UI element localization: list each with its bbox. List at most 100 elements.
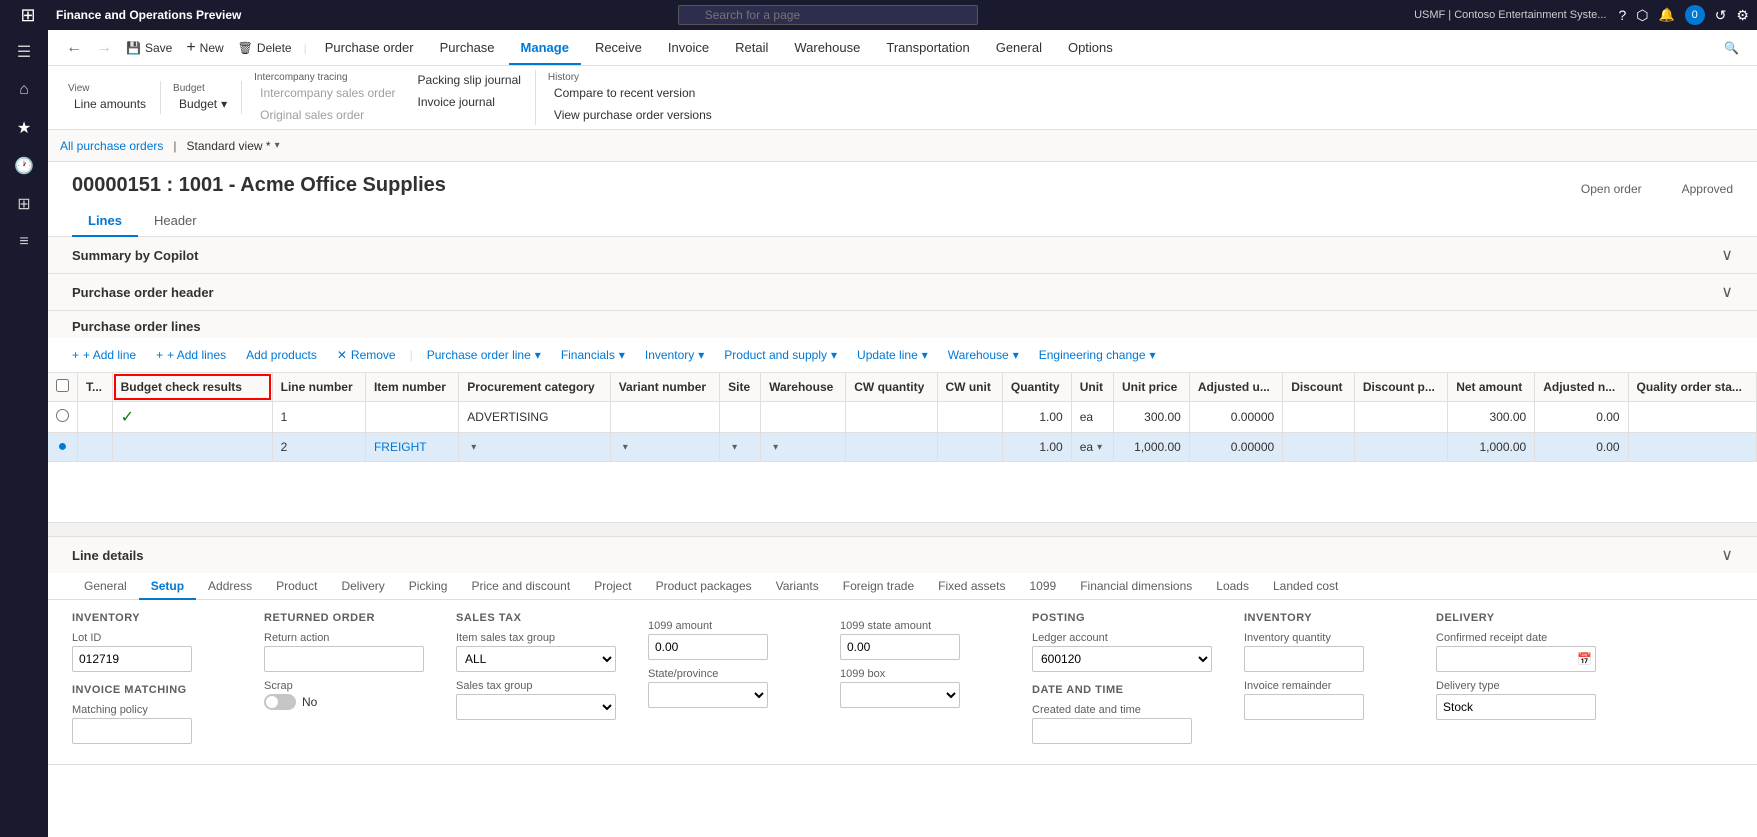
row1-quantity[interactable]: 1.00 (1002, 402, 1071, 433)
inventory-button[interactable]: Inventory ▾ (637, 344, 712, 366)
tab-manage[interactable]: Manage (509, 31, 581, 65)
remove-button[interactable]: ✕ Remove (329, 344, 404, 366)
row2-variant-dropdown[interactable]: ▾ (623, 442, 628, 453)
created-date-input[interactable] (1032, 718, 1192, 744)
tab-retail[interactable]: Retail (723, 31, 780, 65)
new-toolbar-button[interactable]: + New (180, 36, 229, 60)
tab-general[interactable]: General (984, 31, 1054, 65)
inv-quantity-input[interactable] (1244, 646, 1364, 672)
ld-tab-landed-cost[interactable]: Landed cost (1261, 573, 1350, 599)
return-action-input[interactable] (264, 646, 424, 672)
ld-tab-variants[interactable]: Variants (764, 573, 831, 599)
row2-quantity[interactable]: 1.00 (1002, 433, 1071, 462)
ld-tab-loads[interactable]: Loads (1204, 573, 1261, 599)
nav-back-button[interactable]: ← (60, 36, 88, 60)
item-sales-tax-select[interactable]: ALL (456, 646, 616, 672)
engineering-change-button[interactable]: Engineering change ▾ (1031, 344, 1164, 366)
summary-copilot-header[interactable]: Summary by Copilot ∨ (48, 237, 1757, 273)
financials-button[interactable]: Financials ▾ (553, 344, 633, 366)
purchase-order-line-button[interactable]: Purchase order line ▾ (419, 344, 549, 366)
compare-recent-button[interactable]: Compare to recent version (548, 83, 718, 103)
table-row[interactable]: ✓ 1 ADVERTISING 1.00 (48, 402, 1757, 433)
sidebar-recent[interactable]: 🕐 (4, 148, 44, 184)
line-details-header[interactable]: Line details ∨ (48, 537, 1757, 573)
row2-site-dropdown[interactable]: ▾ (732, 442, 737, 453)
ld-tab-general[interactable]: General (72, 573, 139, 599)
search-input[interactable] (678, 5, 978, 25)
network-icon[interactable]: ⬡ (1636, 7, 1648, 24)
ld-tab-fixed-assets[interactable]: Fixed assets (926, 573, 1017, 599)
row1-radio[interactable] (56, 409, 69, 422)
row2-unit[interactable]: ea ▾ (1071, 433, 1113, 462)
confirmed-receipt-input[interactable] (1436, 646, 1596, 672)
sidebar-list[interactable]: ≡ (4, 224, 44, 260)
refresh-icon[interactable]: ↺ (1715, 7, 1727, 24)
settings-icon[interactable]: ⚙ (1736, 7, 1749, 24)
view-versions-button[interactable]: View purchase order versions (548, 105, 718, 125)
ld-tab-foreign-trade[interactable]: Foreign trade (831, 573, 926, 599)
ld-tab-1099[interactable]: 1099 (1018, 573, 1069, 599)
matching-policy-input[interactable] (72, 718, 192, 744)
row2-unit-price[interactable]: 1,000.00 (1114, 433, 1190, 462)
tab-purchase-order[interactable]: Purchase order (313, 31, 426, 65)
all-purchase-orders-link[interactable]: All purchase orders (60, 139, 163, 153)
sidebar-hamburger[interactable]: ☰ (4, 34, 44, 70)
ld-tab-financial-dims[interactable]: Financial dimensions (1068, 573, 1204, 599)
1099-box-select[interactable] (840, 682, 960, 708)
delivery-type-input[interactable] (1436, 694, 1596, 720)
ribbon-search-button[interactable]: 🔍 (1718, 38, 1745, 58)
delete-toolbar-button[interactable]: 🗑 Delete (232, 38, 298, 58)
add-lines-button[interactable]: + + Add lines (148, 344, 234, 366)
sidebar-star[interactable]: ★ (4, 110, 44, 146)
table-row[interactable]: ● 2 FREIGHT (48, 433, 1757, 462)
nav-forward-button[interactable]: → (90, 36, 118, 60)
notification-count[interactable]: 0 (1685, 5, 1705, 25)
tab-receive[interactable]: Receive (583, 31, 654, 65)
view-selector[interactable]: Standard view * ▾ (187, 139, 280, 153)
ld-tab-delivery[interactable]: Delivery (329, 573, 396, 599)
state-province-select[interactable] (648, 682, 768, 708)
scrap-toggle[interactable] (264, 694, 296, 710)
ledger-account-select[interactable]: 600120 (1032, 646, 1212, 672)
line-amounts-button[interactable]: Line amounts (68, 94, 152, 114)
table-scrollbar[interactable] (48, 522, 1757, 536)
ld-tab-setup[interactable]: Setup (139, 573, 196, 599)
app-grid-icon[interactable]: ⊞ (8, 0, 48, 33)
ld-tab-address[interactable]: Address (196, 573, 264, 599)
po-header-section-header[interactable]: Purchase order header ∨ (48, 274, 1757, 310)
notification-icon[interactable]: 🔔 (1659, 7, 1675, 23)
tab-invoice[interactable]: Invoice (656, 31, 721, 65)
lines-tab[interactable]: Lines (72, 205, 138, 236)
ld-tab-project[interactable]: Project (582, 573, 643, 599)
row2-proc-cat-dropdown[interactable]: ▾ (471, 442, 476, 453)
sales-tax-group-select[interactable] (456, 694, 616, 720)
packing-slip-journal-button[interactable]: Packing slip journal (412, 70, 527, 90)
tab-transportation[interactable]: Transportation (874, 31, 981, 65)
warehouse-button[interactable]: Warehouse ▾ (940, 344, 1027, 366)
ld-tab-picking[interactable]: Picking (397, 573, 460, 599)
help-icon[interactable]: ? (1618, 7, 1626, 23)
row2-warehouse-dropdown[interactable]: ▾ (773, 442, 778, 453)
add-products-button[interactable]: Add products (238, 344, 325, 366)
ld-tab-product-packages[interactable]: Product packages (644, 573, 764, 599)
invoice-remainder-input[interactable] (1244, 694, 1364, 720)
intercompany-sales-order-button[interactable]: Intercompany sales order (254, 83, 401, 103)
ld-tab-price-discount[interactable]: Price and discount (459, 573, 582, 599)
lot-id-input[interactable] (72, 646, 192, 672)
row1-proc-cat[interactable]: ADVERTISING (459, 402, 610, 433)
tab-warehouse[interactable]: Warehouse (782, 31, 872, 65)
sidebar-home[interactable]: ⌂ (4, 72, 44, 108)
row1-unit[interactable]: ea (1071, 402, 1113, 433)
original-sales-order-button[interactable]: Original sales order (254, 105, 401, 125)
row2-item-number[interactable]: FREIGHT (365, 433, 458, 462)
header-tab[interactable]: Header (138, 205, 213, 236)
update-line-button[interactable]: Update line ▾ (849, 344, 936, 366)
save-toolbar-button[interactable]: 💾 Save (120, 38, 178, 58)
row1-unit-price[interactable]: 300.00 (1114, 402, 1190, 433)
tab-purchase[interactable]: Purchase (428, 31, 507, 65)
row2-unit-dropdown[interactable]: ▾ (1097, 442, 1102, 453)
1099-state-amount-input[interactable] (840, 634, 960, 660)
invoice-journal-button[interactable]: Invoice journal (412, 92, 527, 112)
add-line-button[interactable]: + + Add line (64, 344, 144, 366)
budget-button[interactable]: Budget ▾ (173, 94, 233, 114)
